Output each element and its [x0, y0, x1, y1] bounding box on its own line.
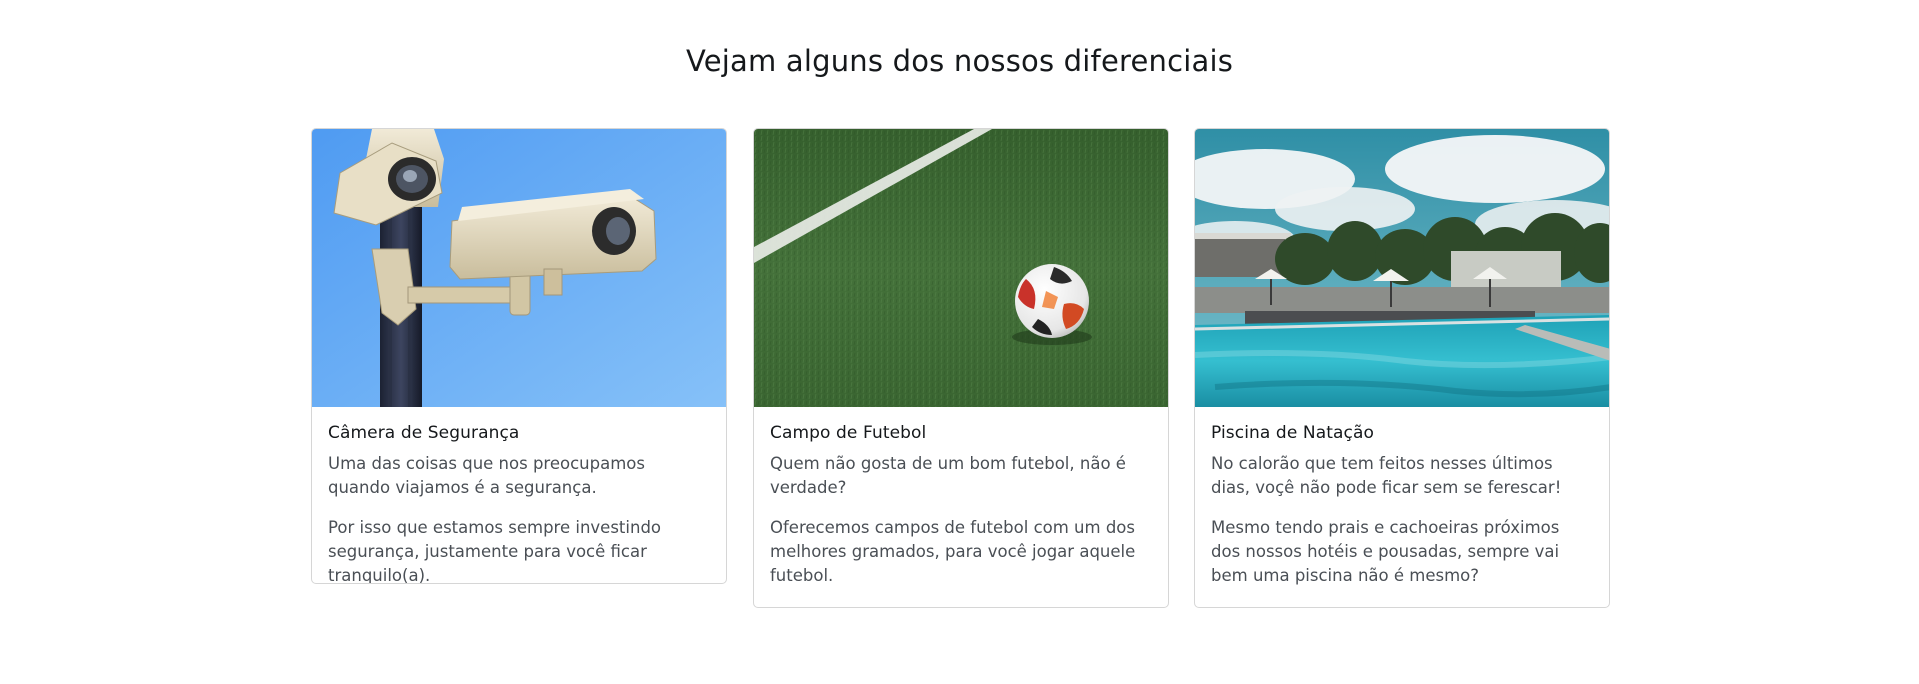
card-text: No calorão que tem feitos nesses últimos…	[1211, 454, 1562, 497]
swimming-pool-image	[1195, 129, 1609, 407]
card-title: Campo de Futebol	[770, 423, 927, 443]
card-text: Quem não gosta de um bom futebol, não é …	[770, 454, 1126, 497]
card-text: Oferecemos campos de futebol com um dos …	[770, 518, 1136, 585]
security-camera-image	[312, 129, 726, 407]
card-text: Uma das coisas que nos preocupamos quand…	[328, 454, 645, 497]
card-text: Mesmo tendo prais e cachoeiras próximos …	[1211, 518, 1560, 585]
feature-card-security-camera: Câmera de Segurança Uma das coisas que n…	[311, 128, 727, 584]
section-title: Vejam alguns dos nossos diferenciais	[685, 44, 1234, 78]
soccer-field-image	[754, 129, 1168, 407]
card-text: Por isso que estamos sempre investindo s…	[328, 518, 662, 584]
card-title: Piscina de Natação	[1211, 423, 1374, 443]
feature-card-soccer-field: Campo de Futebol Quem não gosta de um bo…	[753, 128, 1169, 608]
card-title: Câmera de Segurança	[328, 423, 520, 443]
feature-card-swimming-pool: Piscina de Natação No calorão que tem fe…	[1194, 128, 1610, 608]
